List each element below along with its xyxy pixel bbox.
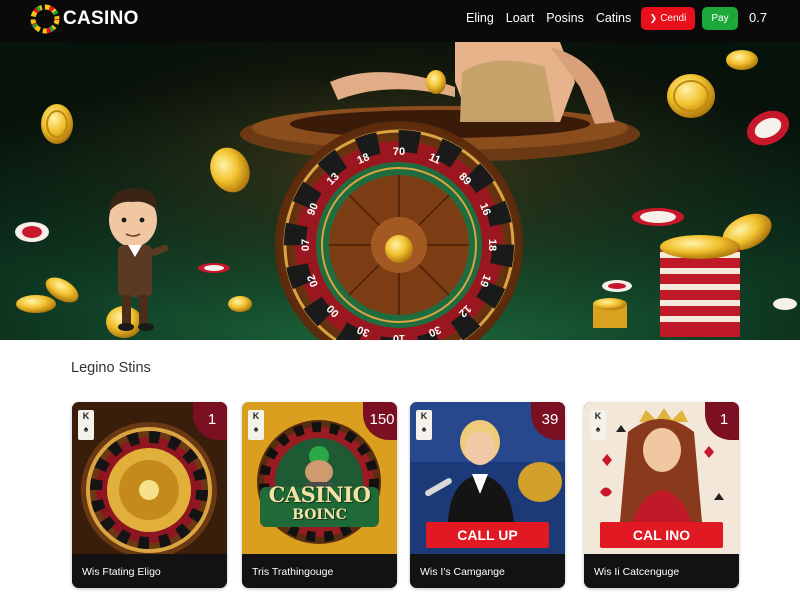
top-header: CASINO Eling Loart Posins Catins ❯ Cendi… bbox=[0, 0, 800, 42]
playing-card-icon: K ♠ bbox=[248, 410, 264, 440]
game-card-1[interactable]: K ♠ 1 Wis Ftating Eligo bbox=[72, 402, 227, 588]
game-card-4[interactable]: CAL INO K ♠ 1 Wis Ii Catcenguge bbox=[584, 402, 739, 588]
playing-card-icon: K ♠ bbox=[590, 410, 606, 440]
poker-chip-icon bbox=[15, 222, 49, 242]
card-title: CASINIO BOINC bbox=[252, 482, 387, 523]
spade-icon: ♠ bbox=[421, 424, 427, 434]
hero-illustration: 70 118916181912301030000207901318 bbox=[0, 42, 800, 340]
spade-icon: ♠ bbox=[595, 424, 601, 434]
section-title: Legino Stins bbox=[71, 360, 151, 376]
game-card-3[interactable]: CALL UP K ♠ 39 Wis I's Camgange bbox=[410, 402, 565, 588]
main-nav: Eling Loart Posins Catins bbox=[466, 11, 631, 25]
wheel-number: 10 bbox=[393, 332, 405, 340]
card-rank: K bbox=[252, 411, 260, 421]
coin-icon bbox=[726, 50, 758, 70]
coin-icon bbox=[16, 295, 56, 313]
card-rank: K bbox=[420, 411, 428, 421]
nav-link-3[interactable]: Posins bbox=[546, 11, 584, 25]
card-title-line-1: CASINIO bbox=[268, 482, 371, 507]
chevron-right-icon: ❯ bbox=[649, 13, 658, 23]
nav-link-2[interactable]: Loart bbox=[506, 11, 535, 25]
playing-card-icon: K ♠ bbox=[416, 410, 432, 440]
wheel-number: 18 bbox=[486, 239, 498, 251]
wheel-number: 70 bbox=[393, 146, 405, 158]
logo[interactable]: CASINO bbox=[30, 4, 139, 34]
pay-button-label: Pay bbox=[711, 13, 729, 24]
cal-ino-banner: CAL INO bbox=[600, 522, 723, 548]
balance-value: 0.7 bbox=[749, 10, 768, 25]
poker-chip-icon bbox=[602, 280, 632, 292]
hero-banner: 70 11 89 16 18 19 12 30 10 30 00 02 07 90 13 18 bbox=[0, 42, 800, 340]
spade-icon: ♠ bbox=[83, 424, 89, 434]
coin-icon bbox=[41, 104, 73, 144]
call-up-banner: CALL UP bbox=[426, 522, 549, 548]
card-caption: Wis Ii Catcenguge bbox=[584, 554, 739, 588]
coin-icon bbox=[228, 296, 252, 312]
chip-stack-icon bbox=[660, 235, 740, 337]
chip-logo-icon bbox=[30, 4, 60, 34]
card-rank: K bbox=[594, 411, 602, 421]
cendi-button-label: Cendi bbox=[660, 13, 687, 24]
wheel-number: 07 bbox=[300, 239, 312, 251]
card-caption: Wis I's Camgange bbox=[410, 554, 565, 588]
poker-chip-icon bbox=[773, 298, 797, 310]
coin-icon bbox=[667, 74, 715, 118]
nav-link-1[interactable]: Eling bbox=[466, 11, 494, 25]
coin-icon bbox=[426, 70, 446, 94]
card-caption: Wis Ftating Eligo bbox=[72, 554, 227, 588]
playing-card-icon: K ♠ bbox=[78, 410, 94, 440]
nav-link-4[interactable]: Catins bbox=[596, 11, 631, 25]
cendi-button[interactable]: ❯ Cendi bbox=[641, 7, 695, 30]
poker-chip-icon bbox=[198, 263, 230, 273]
card-rank: K bbox=[82, 411, 90, 421]
spade-icon: ♠ bbox=[253, 424, 259, 434]
pay-button[interactable]: Pay bbox=[702, 7, 738, 30]
poker-chip-icon bbox=[632, 208, 684, 226]
card-caption: Tris Trathingouge bbox=[242, 554, 397, 588]
card-title-line-2: BOINC bbox=[292, 507, 347, 523]
game-card-2[interactable]: CASINIO BOINC K ♠ 150 Tris Trathingouge bbox=[242, 402, 397, 588]
logo-text: CASINO bbox=[63, 8, 139, 29]
coin-stack-icon bbox=[593, 298, 627, 328]
